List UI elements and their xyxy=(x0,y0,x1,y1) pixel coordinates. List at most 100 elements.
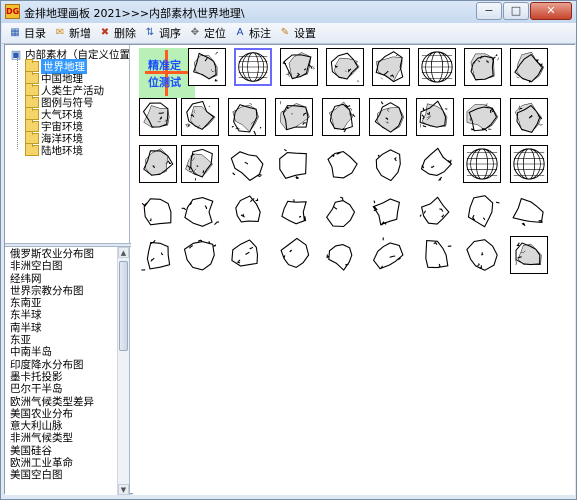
list-item[interactable]: 中南半岛 xyxy=(10,346,118,358)
thumbnail-map[interactable] xyxy=(322,193,360,231)
list-item[interactable]: 南半球 xyxy=(10,322,118,334)
scroll-up-arrow[interactable]: ▲ xyxy=(118,247,129,258)
thumbnail-map[interactable] xyxy=(181,145,219,183)
list-item[interactable]: 墨卡托投影 xyxy=(10,371,118,383)
app-window: DG 金排地理画板 2021>>>内部素材\世界地理\ − □ ✕ ▦ 目录 ✉ 新增… xyxy=(0,0,577,500)
tree-connector xyxy=(17,57,18,149)
list-item[interactable]: 欧洲气候类型差异 xyxy=(10,396,118,408)
toolbar-button-settings[interactable]: ✎ 设置 xyxy=(278,25,316,41)
thumbnail-map[interactable] xyxy=(228,98,266,136)
thumbnail-map[interactable] xyxy=(275,145,313,183)
thumbnail-map[interactable] xyxy=(416,145,454,183)
maximize-button[interactable]: □ xyxy=(503,2,529,20)
list-item[interactable]: 东半球 xyxy=(10,309,118,321)
map-outline xyxy=(185,148,213,181)
thumbnail-map[interactable] xyxy=(228,145,266,183)
list-item[interactable]: 美国硅谷 xyxy=(10,445,118,457)
thumbnail-map[interactable] xyxy=(416,236,454,274)
list-item[interactable]: 俄罗斯农业分布图 xyxy=(10,248,118,260)
thumbnail-map[interactable] xyxy=(510,98,548,136)
thumbnail-map[interactable] xyxy=(416,193,454,231)
map-outline xyxy=(326,244,353,271)
thumbnail-map[interactable] xyxy=(181,193,219,231)
thumbnail-map[interactable] xyxy=(369,98,407,136)
thumbnail-map[interactable] xyxy=(416,98,454,136)
toolbar-button-catalog[interactable]: ▦ 目录 xyxy=(8,25,46,41)
thumbnail-map[interactable] xyxy=(369,236,407,274)
list-item[interactable]: 美国农业分布 xyxy=(10,408,118,420)
list-item[interactable]: 印度降水分布图 xyxy=(10,359,118,371)
toolbar-button-reorder[interactable]: ⇅ 调序 xyxy=(143,25,181,41)
list-item[interactable]: 东亚 xyxy=(10,334,118,346)
thumbnail-map[interactable] xyxy=(372,48,410,86)
thumbnail-map[interactable] xyxy=(139,98,177,136)
close-button[interactable]: ✕ xyxy=(530,2,572,20)
file-list-panel[interactable]: 俄罗斯农业分布图 非洲空白图 经纬网 世界宗教分布图 东南亚 东半球 南半球 东亚 中南半岛 印度… xyxy=(5,247,130,495)
thumbnail-map[interactable] xyxy=(510,48,548,86)
thumbnail-map[interactable] xyxy=(275,98,313,136)
toolbar-button-delete[interactable]: ✖ 删除 xyxy=(98,25,136,41)
thumbnail-map[interactable] xyxy=(280,48,318,86)
thumbnail-map[interactable] xyxy=(322,98,360,136)
thumbnail-map[interactable] xyxy=(188,48,226,86)
thumbnail-map[interactable] xyxy=(228,236,266,274)
scroll-down-arrow[interactable]: ▼ xyxy=(118,484,129,495)
list-item[interactable]: 东南亚 xyxy=(10,297,118,309)
map-outline xyxy=(142,102,170,128)
list-item[interactable]: 意大利山脉 xyxy=(10,420,118,432)
list-item[interactable]: 欧洲工业革命 xyxy=(10,457,118,469)
minimize-button[interactable]: − xyxy=(476,2,502,20)
map-outline xyxy=(466,148,498,180)
list-item[interactable]: 经纬网 xyxy=(10,273,118,285)
map-outline xyxy=(329,101,356,133)
map-outline xyxy=(421,51,453,83)
thumbnail-map[interactable] xyxy=(181,236,219,274)
map-outline xyxy=(238,52,268,82)
toolbar-button-locate[interactable]: ✥ 定位 xyxy=(188,25,226,41)
list-item[interactable]: 非洲气候类型 xyxy=(10,432,118,444)
map-outline xyxy=(281,199,307,225)
map-outline xyxy=(185,100,216,131)
toolbar-button-add[interactable]: ✉ 新增 xyxy=(53,25,91,41)
file-list-scrollbar[interactable]: ▲ ▼ xyxy=(117,247,129,495)
thumbnail-map[interactable] xyxy=(463,145,501,183)
toolbar: ▦ 目录 ✉ 新增 ✖ 删除 ⇅ 调序 ✥ 定位 A 标注 ✎ 设置 xyxy=(2,23,576,44)
thumbnail-map[interactable] xyxy=(275,236,313,274)
thumbnail-map[interactable] xyxy=(510,236,548,274)
thumbnail-map[interactable] xyxy=(322,145,360,183)
toolbar-button-annotate[interactable]: A 标注 xyxy=(233,25,271,41)
toolbar-button-label: 定位 xyxy=(204,27,226,40)
thumbnail-map[interactable] xyxy=(181,98,219,136)
toolbar-button-label: 删除 xyxy=(114,27,136,40)
thumbnail-map[interactable] xyxy=(139,145,177,183)
thumbnail-map[interactable] xyxy=(510,193,548,231)
thumbnail-positioning-test[interactable]: 精准定 位测试 xyxy=(139,48,195,98)
thumbnail-map[interactable] xyxy=(275,193,313,231)
thumbnail-map[interactable] xyxy=(322,236,360,274)
toolbar-button-label: 标注 xyxy=(249,27,271,40)
list-item[interactable]: 非洲空白图 xyxy=(10,260,118,272)
thumbnail-map[interactable] xyxy=(369,193,407,231)
toolbar-button-label: 调序 xyxy=(159,27,181,40)
thumbnail-map[interactable] xyxy=(463,236,501,274)
scroll-thumb[interactable] xyxy=(119,261,128,351)
thumbnail-map[interactable] xyxy=(510,145,548,183)
thumbnail-map[interactable] xyxy=(463,98,501,136)
thumbnail-map[interactable] xyxy=(139,236,177,274)
thumbnail-map[interactable] xyxy=(418,48,456,86)
list-item[interactable]: 世界宗教分布图 xyxy=(10,285,118,297)
thumbnail-map[interactable] xyxy=(369,145,407,183)
category-tree[interactable]: ▣ 内部素材（自定义位置） 世界地理 中国地理 人类生产活动 图例与符号 大气环境 宇宙环… xyxy=(5,45,130,243)
thumbnail-map[interactable] xyxy=(139,193,177,231)
thumbnail-map[interactable] xyxy=(464,48,502,86)
map-outline xyxy=(425,240,452,269)
list-item[interactable]: 巴尔干半岛 xyxy=(10,383,118,395)
thumbnail-map[interactable] xyxy=(228,193,266,231)
title-bar[interactable]: DG 金排地理画板 2021>>>内部素材\世界地理\ − □ ✕ xyxy=(1,1,576,23)
list-item[interactable]: 美国空白图 xyxy=(10,469,118,481)
thumbnail-map[interactable] xyxy=(463,193,501,231)
locate-icon: ✥ xyxy=(190,27,200,38)
thumbnail-map[interactable] xyxy=(326,48,364,86)
tree-item[interactable]: 陆地环境 xyxy=(25,143,83,158)
thumbnail-map[interactable] xyxy=(234,48,272,86)
